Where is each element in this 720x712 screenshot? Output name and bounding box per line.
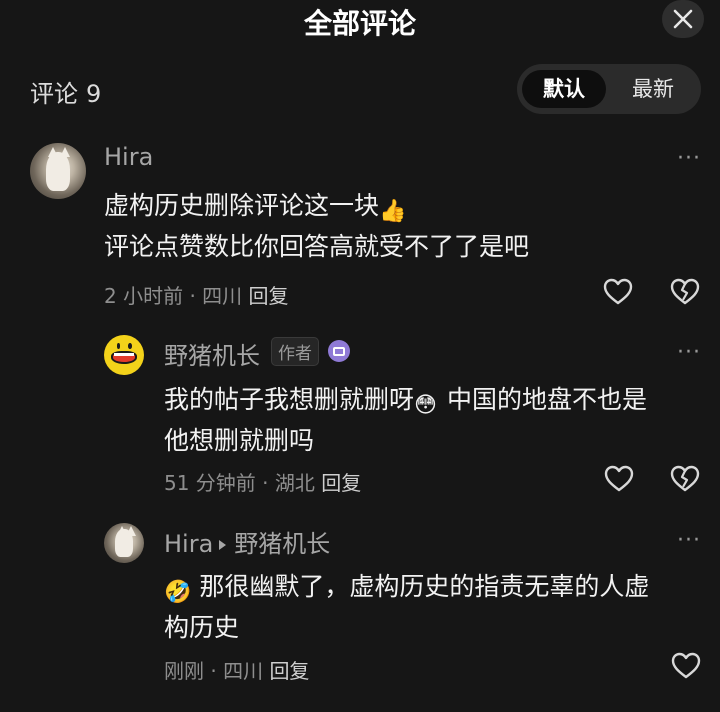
comment-time: 2 小时前 <box>104 284 184 308</box>
dislike-broken-heart-icon[interactable] <box>668 275 702 309</box>
thumbs-up-icon: 👍 <box>379 199 407 224</box>
page-title: 全部评论 <box>303 7 416 40</box>
comment-text: 那很幽默了，虚构历史的指责无辜的人虚 <box>199 572 650 601</box>
like-heart-icon[interactable] <box>601 275 635 309</box>
comment-username[interactable]: 野猪机长 <box>164 336 260 371</box>
comment-count: 评论 9 <box>30 74 101 109</box>
avatar[interactable] <box>104 523 144 563</box>
more-options-button[interactable]: ··· <box>677 528 701 553</box>
comment-location: 四川 <box>223 659 264 683</box>
meta-separator: · <box>262 471 269 495</box>
comment-count-label: 评论 <box>30 80 78 108</box>
dislike-broken-heart-icon[interactable] <box>668 462 702 496</box>
meta-separator: · <box>189 284 196 308</box>
close-icon <box>673 9 693 29</box>
reply-button[interactable]: 回复 <box>269 659 309 683</box>
more-options-button[interactable]: ··· <box>677 146 701 171</box>
comment-text: 我的帖子我想删就删呀 <box>164 385 415 414</box>
author-badge: 作者 <box>271 337 319 366</box>
comment-meta: 刚刚 · 四川 回复 <box>164 655 309 684</box>
creator-badge-icon <box>328 340 350 362</box>
comment-username[interactable]: Hira <box>104 143 153 171</box>
comment-time: 51 分钟前 <box>164 471 256 495</box>
header: 全部评论 <box>0 0 720 44</box>
comment-count-value: 9 <box>86 80 102 108</box>
rolling-laughing-face-icon: 🤣 <box>164 580 192 605</box>
close-button[interactable] <box>662 0 704 38</box>
comment-location: 湖北 <box>274 471 315 495</box>
sort-option-default[interactable]: 默认 <box>522 70 606 108</box>
comment-text-line: 评论点赞数比你回答高就受不了了是吧 <box>104 232 530 261</box>
comment-text-line: 他想删就删吗 <box>164 426 315 455</box>
sort-option-latest[interactable]: 最新 <box>611 70 695 108</box>
comment-text-line: 我的帖子我想删就删呀😳 中国的地盘不也是 <box>164 380 647 418</box>
reply-button[interactable]: 回复 <box>249 284 289 308</box>
comment-text-line: 构历史 <box>164 613 240 642</box>
flushed-face-icon: 😳 <box>414 393 437 418</box>
comment-username: Hira 野猪机长 <box>164 524 330 559</box>
comment-meta: 2 小时前 · 四川 回复 <box>104 280 289 309</box>
reply-arrow-icon <box>219 540 227 550</box>
comment-text: 中国的地盘不也是 <box>446 385 647 414</box>
comment-meta: 51 分钟前 · 湖北 回复 <box>164 467 361 496</box>
comment-text: 虚构历史删除评论这一块 <box>104 191 380 220</box>
like-heart-icon[interactable] <box>669 649 703 683</box>
reply-button[interactable]: 回复 <box>321 471 361 495</box>
more-options-button[interactable]: ··· <box>677 340 701 365</box>
comment-text-line: 🤣 那很幽默了，虚构历史的指责无辜的人虚 <box>164 567 649 605</box>
meta-separator: · <box>210 659 217 683</box>
like-heart-icon[interactable] <box>602 462 636 496</box>
comment-location: 四川 <box>202 284 243 308</box>
avatar[interactable] <box>30 143 86 199</box>
sort-toggle: 默认 最新 <box>517 64 701 114</box>
comment-time: 刚刚 <box>164 659 204 683</box>
comment-text-line: 虚构历史删除评论这一块👍 <box>104 186 406 224</box>
reply-to-username[interactable]: 野猪机长 <box>234 530 330 558</box>
avatar[interactable] <box>104 335 144 375</box>
comment-username-text[interactable]: Hira <box>164 530 213 558</box>
